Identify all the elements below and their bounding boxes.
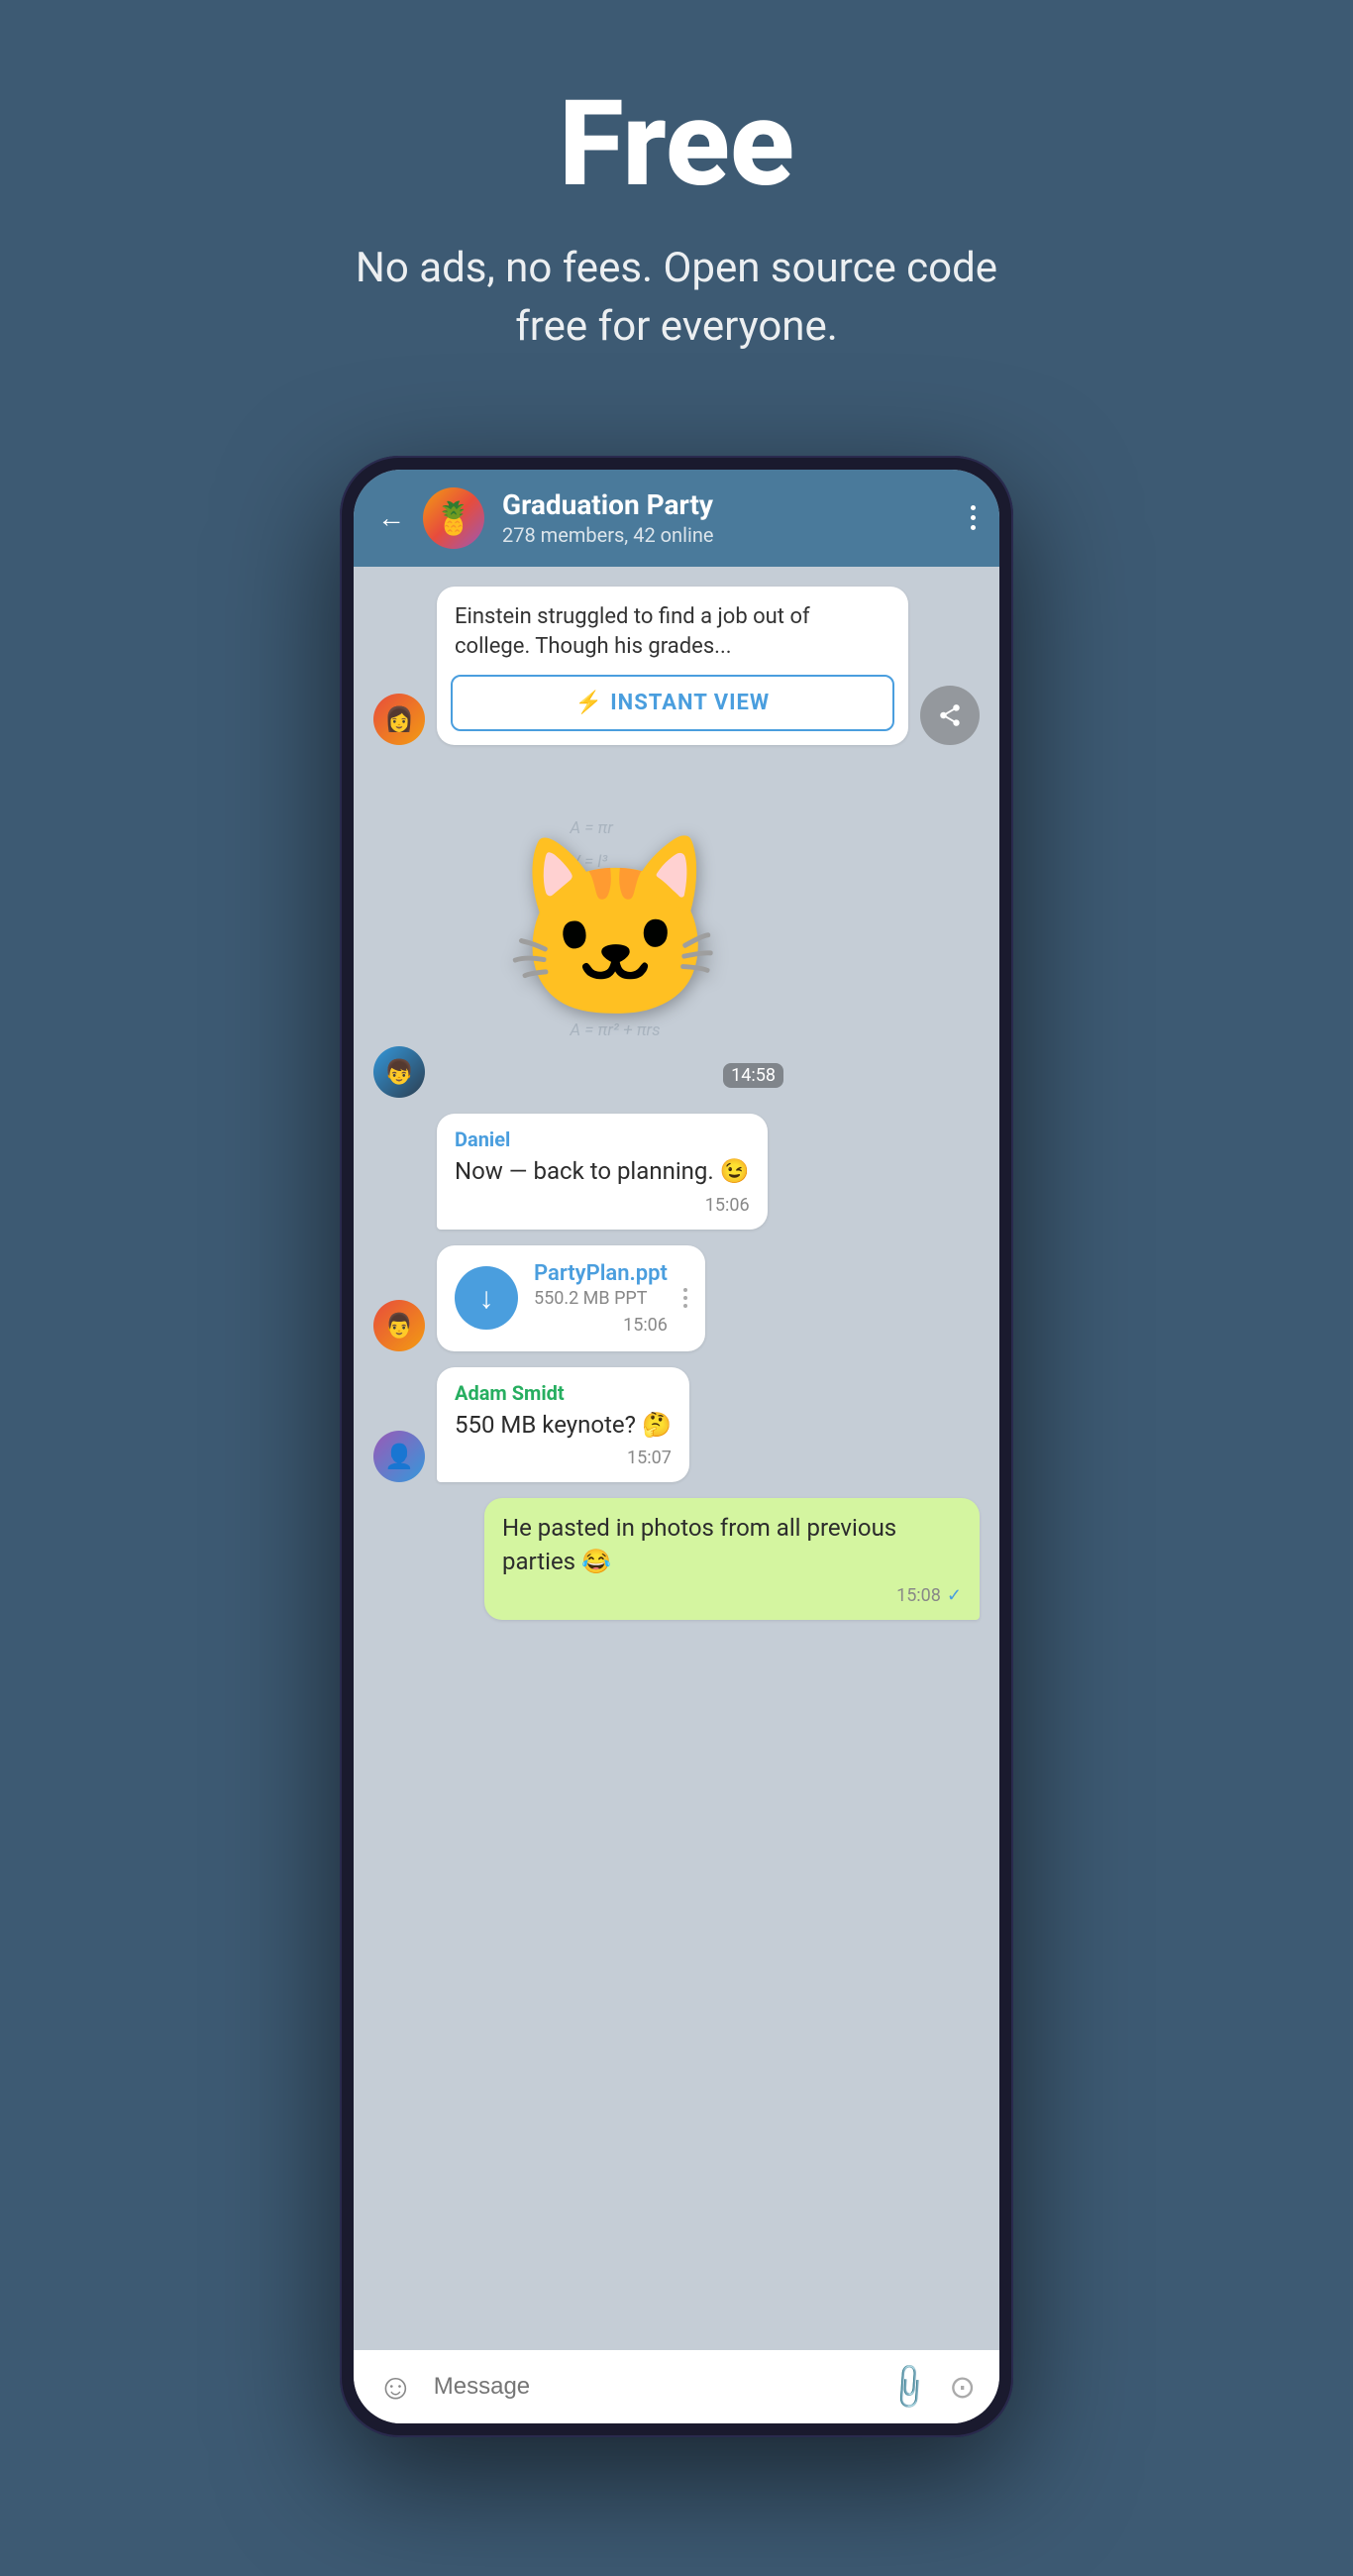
adam-sender-name: Adam Smidt xyxy=(455,1381,672,1405)
file-dot-2 xyxy=(683,1296,687,1300)
sticker-time: 14:58 xyxy=(723,1063,783,1088)
adam-msg-time: 15:07 xyxy=(627,1448,672,1468)
daniel-message-row: Daniel Now — back to planning. 😉 15:06 xyxy=(373,1114,980,1230)
daniel-msg-meta: 15:06 xyxy=(455,1195,750,1216)
back-button[interactable]: ← xyxy=(377,501,405,534)
article-bubble: Einstein struggled to find a job out of … xyxy=(437,587,908,746)
file-name: PartyPlan.ppt xyxy=(534,1261,668,1286)
article-message-row: 👩 Einstein struggled to find a job out o… xyxy=(373,587,980,746)
adam-bubble: Adam Smidt 550 MB keynote? 🤔 15:07 xyxy=(437,1367,689,1483)
attach-button[interactable]: 📎 xyxy=(883,2359,937,2414)
instant-view-label: INSTANT VIEW xyxy=(610,691,770,715)
hero-section: Free No ads, no fees. Open source code f… xyxy=(0,0,1353,416)
user-avatar-1: 👩 xyxy=(373,694,425,745)
chat-header: ← 🍍 Graduation Party 278 members, 42 onl… xyxy=(354,470,999,567)
group-name: Graduation Party xyxy=(502,488,953,521)
adam-msg-meta: 15:07 xyxy=(455,1448,672,1468)
self-msg-meta: 15:08 ✓ xyxy=(502,1585,962,1606)
instant-view-icon: ⚡ xyxy=(575,691,602,715)
user-avatar-4: 👤 xyxy=(373,1431,425,1482)
file-msg-meta: 15:06 xyxy=(534,1315,668,1336)
file-msg-time: 15:06 xyxy=(623,1315,668,1336)
avatar-placeholder-1 xyxy=(373,1178,425,1230)
daniel-bubble: Daniel Now — back to planning. 😉 15:06 xyxy=(437,1114,768,1230)
download-icon: ↓ xyxy=(479,1281,494,1316)
phone-wrapper: ← 🍍 Graduation Party 278 members, 42 onl… xyxy=(0,456,1353,2437)
instant-view-button[interactable]: ⚡ INSTANT VIEW xyxy=(451,675,894,731)
hero-subtitle: No ads, no fees. Open source code free f… xyxy=(330,240,1023,357)
daniel-msg-time: 15:06 xyxy=(705,1195,750,1216)
more-dot-2 xyxy=(971,515,976,520)
adam-msg-text: 550 MB keynote? 🤔 xyxy=(455,1409,672,1443)
sticker-message-row: 👦 A = πr V = l³ P = 2πr A = πr² s = √(r²… xyxy=(373,761,980,1098)
file-more-button[interactable] xyxy=(683,1288,687,1308)
share-button[interactable] xyxy=(920,686,980,745)
more-dot-1 xyxy=(971,505,976,510)
file-dot-1 xyxy=(683,1288,687,1292)
group-members-count: 278 members, 42 online xyxy=(502,523,953,547)
file-message-row: 👨 ↓ PartyPlan.ppt 550.2 MB PPT 15:06 xyxy=(373,1245,980,1351)
daniel-msg-text: Now — back to planning. 😉 xyxy=(455,1155,750,1189)
phone-screen: ← 🍍 Graduation Party 278 members, 42 onl… xyxy=(354,470,999,2423)
more-dot-3 xyxy=(971,525,976,530)
self-message-row: He pasted in photos from all previous pa… xyxy=(373,1498,980,1619)
self-msg-time: 15:08 xyxy=(896,1585,941,1606)
user-avatar-3: 👨 xyxy=(373,1300,425,1351)
daniel-sender-name: Daniel xyxy=(455,1127,750,1151)
file-info: PartyPlan.ppt 550.2 MB PPT 15:06 xyxy=(534,1261,668,1336)
self-msg-check: ✓ xyxy=(947,1585,962,1606)
article-text: Einstein struggled to find a job out of … xyxy=(437,587,908,676)
cat-sticker: 🐱 xyxy=(504,825,726,1034)
download-button[interactable]: ↓ xyxy=(455,1266,518,1330)
group-avatar-emoji: 🍍 xyxy=(434,499,473,537)
group-info: Graduation Party 278 members, 42 online xyxy=(502,488,953,547)
user-avatar-2: 👦 xyxy=(373,1046,425,1098)
phone-outer: ← 🍍 Graduation Party 278 members, 42 onl… xyxy=(340,456,1013,2437)
self-bubble: He pasted in photos from all previous pa… xyxy=(484,1498,980,1619)
file-dot-3 xyxy=(683,1304,687,1308)
more-options-button[interactable] xyxy=(971,505,976,530)
file-size: 550.2 MB PPT xyxy=(534,1288,668,1309)
chat-body: 👩 Einstein struggled to find a job out o… xyxy=(354,567,999,2350)
file-bubble: ↓ PartyPlan.ppt 550.2 MB PPT 15:06 xyxy=(437,1245,705,1351)
camera-button[interactable]: ⊙ xyxy=(949,2368,976,2406)
sticker-container: A = πr V = l³ P = 2πr A = πr² s = √(r²+h… xyxy=(437,761,793,1098)
group-avatar: 🍍 xyxy=(423,487,484,549)
input-bar: ☺ 📎 ⊙ xyxy=(354,2350,999,2423)
self-msg-text: He pasted in photos from all previous pa… xyxy=(502,1512,962,1578)
adam-message-row: 👤 Adam Smidt 550 MB keynote? 🤔 15:07 xyxy=(373,1367,980,1483)
hero-title: Free xyxy=(40,79,1313,210)
emoji-button[interactable]: ☺ xyxy=(377,2366,414,2408)
message-input[interactable] xyxy=(434,2373,871,2401)
